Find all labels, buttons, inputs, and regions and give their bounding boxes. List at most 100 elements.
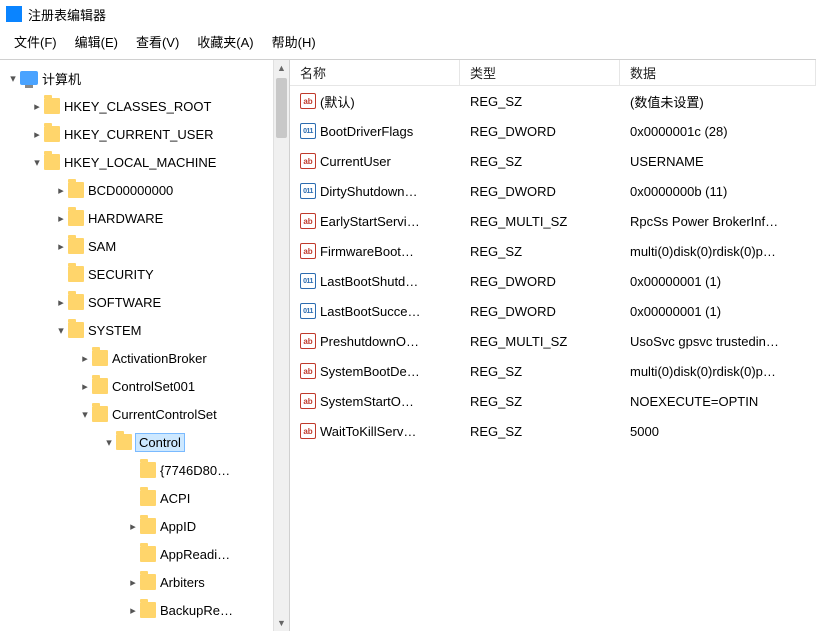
- chevron-right-icon[interactable]: ▸: [126, 520, 140, 533]
- string-value-icon: [300, 423, 316, 439]
- tree-node-software[interactable]: ▸ SOFTWARE: [0, 288, 289, 316]
- chevron-down-icon[interactable]: ▾: [102, 436, 116, 449]
- tree-node-hkcu[interactable]: ▸ HKEY_CURRENT_USER: [0, 120, 289, 148]
- value-name: LastBootShutd…: [320, 274, 418, 289]
- tree-node-arbiters[interactable]: ▸ Arbiters: [0, 568, 289, 596]
- tree-node-appid[interactable]: ▸ AppID: [0, 512, 289, 540]
- tree-label: BCD00000000: [88, 183, 173, 198]
- scroll-thumb[interactable]: [276, 78, 287, 138]
- value-row[interactable]: SystemStartO…REG_SZ NOEXECUTE=OPTIN: [290, 386, 816, 416]
- tree-node-hkcr[interactable]: ▸ HKEY_CLASSES_ROOT: [0, 92, 289, 120]
- value-rows: (默认)REG_SZ(数值未设置)BootDriverFlagsREG_DWOR…: [290, 86, 816, 446]
- tree-node-sam[interactable]: ▸ SAM: [0, 232, 289, 260]
- tree-label: SYSTEM: [88, 323, 141, 338]
- tree-node-hardware[interactable]: ▸ HARDWARE: [0, 204, 289, 232]
- tree-scrollbar[interactable]: ▲ ▼: [273, 60, 289, 631]
- chevron-down-icon[interactable]: ▾: [54, 324, 68, 337]
- folder-icon: [92, 378, 108, 394]
- value-type-cell: REG_SZ: [460, 424, 620, 439]
- value-type-cell: REG_DWORD: [460, 124, 620, 139]
- value-row[interactable]: SystemBootDe…REG_SZmulti(0)disk(0)rdisk(…: [290, 356, 816, 386]
- tree-node-guid[interactable]: {7746D80…: [0, 456, 289, 484]
- value-row[interactable]: FirmwareBoot…REG_SZmulti(0)disk(0)rdisk(…: [290, 236, 816, 266]
- tree-label: ControlSet001: [112, 379, 195, 394]
- chevron-right-icon[interactable]: ▸: [54, 212, 68, 225]
- column-header-name[interactable]: 名称: [290, 60, 460, 85]
- tree-node-controlset001[interactable]: ▸ ControlSet001: [0, 372, 289, 400]
- computer-icon: [20, 71, 38, 85]
- value-row[interactable]: PreshutdownO…REG_MULTI_SZUsoSvc gpsvc tr…: [290, 326, 816, 356]
- value-data-cell: 0x00000001 (1): [620, 274, 816, 289]
- chevron-down-icon[interactable]: ▾: [78, 408, 92, 421]
- string-value-icon: [300, 243, 316, 259]
- scroll-up-icon[interactable]: ▲: [274, 60, 289, 76]
- chevron-right-icon[interactable]: ▸: [30, 128, 44, 141]
- tree-node-computer[interactable]: ▾ 计算机: [0, 64, 289, 92]
- tree-scroll[interactable]: ▾ 计算机 ▸ HKEY_CLASSES_ROOT ▸ HKEY_CURRENT…: [0, 64, 289, 631]
- chevron-right-icon[interactable]: ▸: [78, 352, 92, 365]
- value-row[interactable]: LastBootSucce…REG_DWORD0x00000001 (1): [290, 296, 816, 326]
- chevron-right-icon[interactable]: ▸: [126, 604, 140, 617]
- value-name: PreshutdownO…: [320, 334, 419, 349]
- title-bar: 注册表编辑器: [0, 0, 816, 28]
- menu-edit[interactable]: 编辑(E): [75, 32, 118, 51]
- menu-favorites[interactable]: 收藏夹(A): [197, 32, 253, 51]
- folder-icon: [44, 154, 60, 170]
- tree-label: AppID: [160, 519, 196, 534]
- value-row[interactable]: WaitToKillServ…REG_SZ5000: [290, 416, 816, 446]
- tree-node-activationbroker[interactable]: ▸ ActivationBroker: [0, 344, 289, 372]
- column-header-type[interactable]: 类型: [460, 60, 620, 85]
- tree-node-security[interactable]: SECURITY: [0, 260, 289, 288]
- chevron-right-icon[interactable]: ▸: [126, 576, 140, 589]
- tree-node-hklm[interactable]: ▾ HKEY_LOCAL_MACHINE: [0, 148, 289, 176]
- value-name: DirtyShutdown…: [320, 184, 418, 199]
- value-row[interactable]: BootDriverFlagsREG_DWORD0x0000001c (28): [290, 116, 816, 146]
- value-name: WaitToKillServ…: [320, 424, 416, 439]
- tree-node-backuprestore[interactable]: ▸ BackupRe…: [0, 596, 289, 624]
- value-row[interactable]: (默认)REG_SZ(数值未设置): [290, 86, 816, 116]
- folder-icon: [68, 182, 84, 198]
- folder-icon: [140, 546, 156, 562]
- value-row[interactable]: LastBootShutd…REG_DWORD0x00000001 (1): [290, 266, 816, 296]
- value-name-cell: EarlyStartServi…: [290, 213, 460, 229]
- tree-label: BackupRe…: [160, 603, 233, 618]
- string-value-icon: [300, 393, 316, 409]
- scroll-down-icon[interactable]: ▼: [274, 615, 289, 631]
- tree-node-system[interactable]: ▾ SYSTEM: [0, 316, 289, 344]
- binary-value-icon: [300, 183, 316, 199]
- folder-icon: [44, 98, 60, 114]
- value-name-cell: PreshutdownO…: [290, 333, 460, 349]
- value-name: SystemStartO…: [320, 394, 414, 409]
- chevron-right-icon[interactable]: ▸: [54, 240, 68, 253]
- menu-file[interactable]: 文件(F): [14, 32, 57, 51]
- tree-label: AppReadi…: [160, 547, 230, 562]
- tree-node-appreadiness[interactable]: AppReadi…: [0, 540, 289, 568]
- menu-help[interactable]: 帮助(H): [272, 32, 316, 51]
- value-row[interactable]: DirtyShutdown…REG_DWORD0x0000000b (11): [290, 176, 816, 206]
- folder-icon: [68, 266, 84, 282]
- tree-node-currentcontrolset[interactable]: ▾ CurrentControlSet: [0, 400, 289, 428]
- tree-pane: ▾ 计算机 ▸ HKEY_CLASSES_ROOT ▸ HKEY_CURRENT…: [0, 60, 290, 631]
- menu-view[interactable]: 查看(V): [136, 32, 179, 51]
- chevron-right-icon[interactable]: ▸: [30, 100, 44, 113]
- value-name: FirmwareBoot…: [320, 244, 414, 259]
- binary-value-icon: [300, 123, 316, 139]
- tree-node-bcd[interactable]: ▸ BCD00000000: [0, 176, 289, 204]
- value-data-cell: 0x0000001c (28): [620, 124, 816, 139]
- value-row[interactable]: EarlyStartServi…REG_MULTI_SZRpcSs Power …: [290, 206, 816, 236]
- tree-label: 计算机: [42, 69, 81, 88]
- value-row[interactable]: CurrentUserREG_SZUSERNAME: [290, 146, 816, 176]
- column-header-data[interactable]: 数据: [620, 60, 816, 85]
- value-name: LastBootSucce…: [320, 304, 420, 319]
- value-name-cell: SystemStartO…: [290, 393, 460, 409]
- chevron-right-icon[interactable]: ▸: [78, 380, 92, 393]
- chevron-right-icon[interactable]: ▸: [54, 184, 68, 197]
- chevron-down-icon[interactable]: ▾: [30, 156, 44, 169]
- chevron-right-icon[interactable]: ▸: [54, 296, 68, 309]
- value-data-cell: UsoSvc gpsvc trustedin…: [620, 334, 816, 349]
- tree-node-acpi[interactable]: ACPI: [0, 484, 289, 512]
- tree-node-control[interactable]: ▾ Control: [0, 428, 289, 456]
- value-name-cell: DirtyShutdown…: [290, 183, 460, 199]
- value-name-cell: CurrentUser: [290, 153, 460, 169]
- chevron-down-icon[interactable]: ▾: [6, 72, 20, 85]
